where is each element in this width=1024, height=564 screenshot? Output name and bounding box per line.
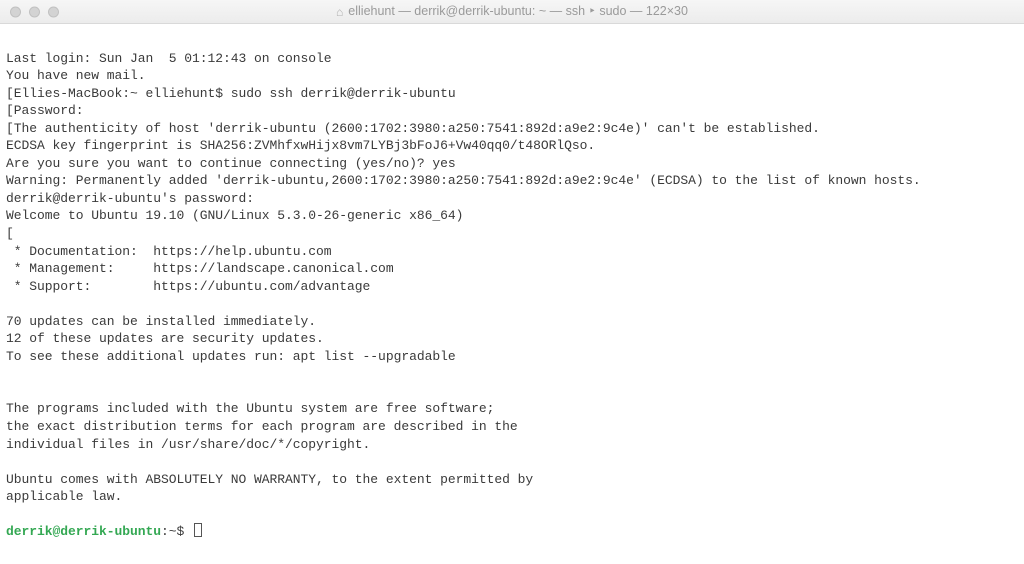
terminal-line [6, 383, 1018, 401]
terminal-line: the exact distribution terms for each pr… [6, 418, 1018, 436]
terminal-line: [ [6, 225, 1018, 243]
terminal-line: You have new mail. [6, 67, 1018, 85]
terminal-line: * Documentation: https://help.ubuntu.com [6, 243, 1018, 261]
terminal-output[interactable]: Last login: Sun Jan 5 01:12:43 on consol… [0, 24, 1024, 564]
window-title: ⌂ elliehunt — derrik@derrik-ubuntu: ~ — … [0, 3, 1024, 20]
terminal-line: Are you sure you want to continue connec… [6, 155, 1018, 173]
title-text: elliehunt — derrik@derrik-ubuntu: ~ — ss… [348, 3, 688, 20]
window-titlebar: ⌂ elliehunt — derrik@derrik-ubuntu: ~ — … [0, 0, 1024, 24]
terminal-line: Ubuntu comes with ABSOLUTELY NO WARRANTY… [6, 471, 1018, 489]
terminal-line: derrik@derrik-ubuntu's password: [6, 190, 1018, 208]
terminal-line: [The authenticity of host 'derrik-ubuntu… [6, 120, 1018, 138]
terminal-line: Last login: Sun Jan 5 01:12:43 on consol… [6, 50, 1018, 68]
terminal-line: [Ellies-MacBook:~ elliehunt$ sudo ssh de… [6, 85, 1018, 103]
terminal-line [6, 506, 1018, 524]
window-controls [10, 6, 59, 17]
home-icon: ⌂ [336, 6, 343, 18]
terminal-line: * Management: https://landscape.canonica… [6, 260, 1018, 278]
zoom-button[interactable] [48, 6, 59, 17]
shell-prompt-line[interactable]: derrik@derrik-ubuntu:~$ [6, 523, 1018, 541]
terminal-line: Warning: Permanently added 'derrik-ubunt… [6, 172, 1018, 190]
terminal-line: Welcome to Ubuntu 19.10 (GNU/Linux 5.3.0… [6, 207, 1018, 225]
terminal-line: The programs included with the Ubuntu sy… [6, 400, 1018, 418]
terminal-line: To see these additional updates run: apt… [6, 348, 1018, 366]
cursor [194, 523, 202, 537]
terminal-line: ECDSA key fingerprint is SHA256:ZVMhfxwH… [6, 137, 1018, 155]
terminal-line [6, 365, 1018, 383]
terminal-line: individual files in /usr/share/doc/*/cop… [6, 436, 1018, 454]
terminal-line: [Password: [6, 102, 1018, 120]
terminal-line: 12 of these updates are security updates… [6, 330, 1018, 348]
terminal-line: applicable law. [6, 488, 1018, 506]
terminal-line: * Support: https://ubuntu.com/advantage [6, 278, 1018, 296]
minimize-button[interactable] [29, 6, 40, 17]
terminal-line: 70 updates can be installed immediately. [6, 313, 1018, 331]
close-button[interactable] [10, 6, 21, 17]
terminal-line [6, 453, 1018, 471]
terminal-line [6, 295, 1018, 313]
